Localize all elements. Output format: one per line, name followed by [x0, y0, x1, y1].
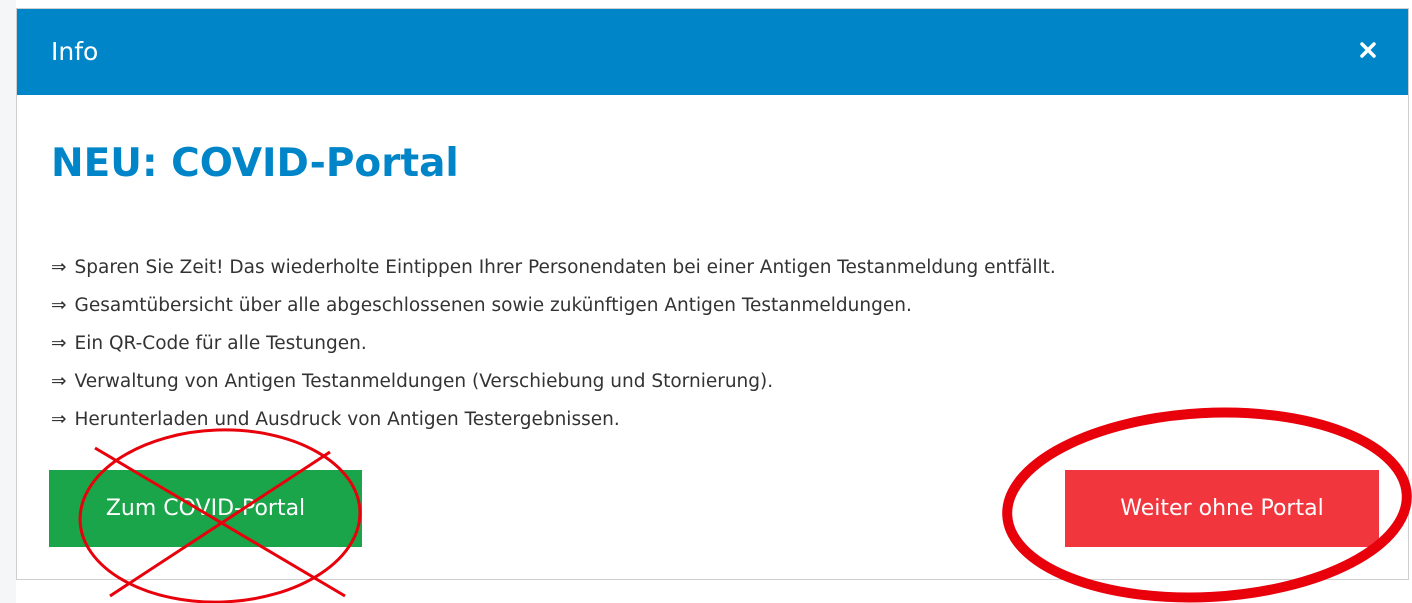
- modal-title: Info: [51, 37, 99, 66]
- feature-text: Gesamtübersicht über alle abgeschlossene…: [74, 295, 912, 316]
- modal-header: Info: [17, 9, 1408, 95]
- continue-without-portal-button[interactable]: Weiter ohne Portal: [1065, 470, 1379, 547]
- feature-list: ⇒ Sparen Sie Zeit! Das wiederholte Eintip…: [51, 249, 1056, 439]
- feature-item: ⇒ Sparen Sie Zeit! Das wiederholte Eintip…: [51, 249, 1056, 287]
- arrow-icon: ⇒: [51, 257, 67, 278]
- page-background-strip: [0, 0, 16, 603]
- covid-portal-button[interactable]: Zum COVID-Portal: [49, 470, 362, 547]
- info-modal: Info NEU: COVID-Portal ⇒ Sparen Sie Zeit!…: [16, 8, 1409, 580]
- feature-text: Ein QR-Code für alle Testungen.: [74, 333, 367, 354]
- feature-item: ⇒ Ein QR-Code für alle Testungen.: [51, 325, 1056, 363]
- page: Info NEU: COVID-Portal ⇒ Sparen Sie Zeit!…: [0, 0, 1412, 603]
- arrow-icon: ⇒: [51, 333, 67, 354]
- feature-text: Sparen Sie Zeit! Das wiederholte Eintipp…: [74, 257, 1056, 278]
- feature-item: ⇒ Herunterladen und Ausdruck von Antigen …: [51, 401, 1056, 439]
- feature-item: ⇒ Gesamtübersicht über alle abgeschlossen…: [51, 287, 1056, 325]
- arrow-icon: ⇒: [51, 409, 67, 430]
- feature-item: ⇒ Verwaltung von Antigen Testanmeldungen …: [51, 363, 1056, 401]
- close-icon[interactable]: [1354, 36, 1382, 64]
- modal-heading: NEU: COVID-Portal: [51, 141, 459, 186]
- feature-text: Verwaltung von Antigen Testanmeldungen (…: [74, 371, 774, 392]
- arrow-icon: ⇒: [51, 371, 67, 392]
- feature-text: Herunterladen und Ausdruck von Antigen T…: [74, 409, 620, 430]
- arrow-icon: ⇒: [51, 295, 67, 316]
